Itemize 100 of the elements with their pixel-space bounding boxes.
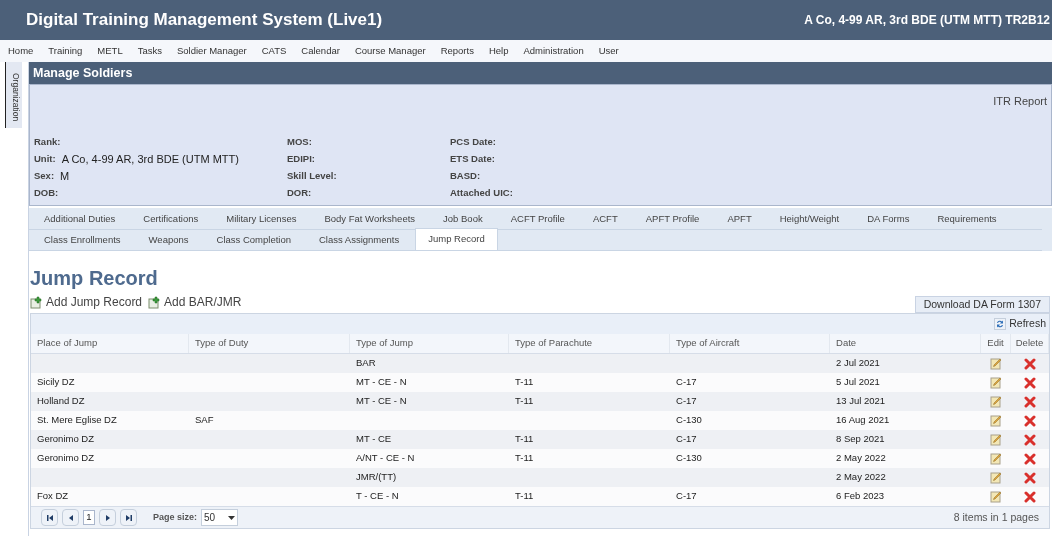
add-link[interactable]: Add BAR/JMR xyxy=(164,293,242,311)
tab[interactable]: Body Fat Worksheets xyxy=(312,209,428,229)
tab[interactable]: Class Enrollments xyxy=(32,230,133,250)
page-size-select[interactable]: 50 xyxy=(201,509,239,526)
tab[interactable]: Additional Duties xyxy=(32,209,128,229)
delete-icon[interactable] xyxy=(1024,452,1036,465)
tab[interactable]: ACFT xyxy=(580,209,630,229)
field-label: Sex: xyxy=(34,169,55,184)
refresh-button[interactable]: Refresh xyxy=(994,316,1046,332)
field-label: Rank: xyxy=(34,135,61,150)
menu-item[interactable]: Help xyxy=(488,43,509,59)
table-cell: SAF xyxy=(195,413,214,428)
section-heading: Jump Record xyxy=(30,266,159,290)
table-cell: 13 Jul 2021 xyxy=(836,394,886,409)
column-header[interactable]: Delete xyxy=(1011,334,1049,353)
column-header[interactable]: Edit xyxy=(981,334,1011,353)
menu-item[interactable]: Reports xyxy=(440,43,474,59)
tab[interactable]: Requirements xyxy=(925,209,1009,229)
delete-icon[interactable] xyxy=(1024,490,1036,503)
edit-icon[interactable] xyxy=(990,357,1002,370)
delete-icon[interactable] xyxy=(1024,376,1036,389)
unit-name: A Co, 4-99 AR, 3rd BDE (UTM MTT) TR2B12 xyxy=(804,12,1050,29)
menu-item[interactable]: Training xyxy=(48,43,83,59)
table-cell: T-11 xyxy=(515,394,534,409)
delete-icon[interactable] xyxy=(1024,357,1036,370)
tab[interactable]: Certifications xyxy=(131,209,211,229)
tab[interactable]: Weapons xyxy=(136,230,201,250)
panel-title-bar: Manage Soldiers xyxy=(29,62,1052,84)
tab[interactable]: APFT xyxy=(715,209,764,229)
arrow-icon xyxy=(45,513,54,522)
edit-icon[interactable] xyxy=(990,490,1002,503)
tab[interactable]: Jump Record xyxy=(415,228,498,250)
column-header[interactable]: Type of Jump xyxy=(350,334,509,353)
tab[interactable]: APFT Profile xyxy=(633,209,712,229)
download-button[interactable]: Download DA Form 1307 xyxy=(914,296,1050,313)
column-header[interactable]: Date xyxy=(830,334,981,353)
menu-item[interactable]: Tasks xyxy=(137,43,162,59)
menu-item[interactable]: Course Manager xyxy=(354,43,426,59)
menu-item[interactable]: METL xyxy=(97,43,123,59)
tab[interactable]: Military Licenses xyxy=(214,209,309,229)
field-label: BASD: xyxy=(450,169,481,184)
table-cell: 16 Aug 2021 xyxy=(836,413,890,428)
menu-item[interactable]: Calendar xyxy=(301,43,340,59)
column-header[interactable]: Type of Parachute xyxy=(509,334,671,353)
menu-item[interactable]: Administration xyxy=(523,43,584,59)
page-number-button[interactable]: 1 xyxy=(83,510,95,525)
table-cell: C-17 xyxy=(676,489,697,504)
first-page-button[interactable] xyxy=(41,509,58,526)
table-cell: C-130 xyxy=(676,413,702,428)
table-cell: Sicily DZ xyxy=(37,375,75,390)
table-cell: T-11 xyxy=(515,375,534,390)
delete-icon[interactable] xyxy=(1024,471,1036,484)
menu-item[interactable]: User xyxy=(598,43,619,59)
column-header[interactable]: Type of Aircraft xyxy=(670,334,831,353)
tab[interactable]: Class Completion xyxy=(204,230,303,250)
edit-icon[interactable] xyxy=(990,471,1002,484)
table-cell: Fox DZ xyxy=(37,489,69,504)
tab[interactable]: ACFT Profile xyxy=(498,209,577,229)
menu-item[interactable]: Soldier Manager xyxy=(176,43,247,59)
last-page-button[interactable] xyxy=(120,509,137,526)
next-page-button[interactable] xyxy=(99,509,116,526)
field-label: MOS: xyxy=(287,135,312,150)
menu-item[interactable]: CATS xyxy=(261,43,287,59)
table-cell: 2 Jul 2021 xyxy=(836,356,880,371)
table-cell: C-17 xyxy=(676,375,697,390)
field-label: PCS Date: xyxy=(450,135,496,150)
add-link[interactable]: Add Jump Record xyxy=(46,293,143,311)
menu-item[interactable]: Home xyxy=(8,43,34,59)
itr-report-link[interactable]: ITR Report xyxy=(993,93,1047,110)
field-value: A Co, 4-99 AR, 3rd BDE (UTM MTT) xyxy=(61,152,239,168)
delete-icon[interactable] xyxy=(1024,414,1036,427)
edit-icon[interactable] xyxy=(990,433,1002,446)
pager-summary: 8 items in 1 pages xyxy=(953,509,1039,525)
field-label: Skill Level: xyxy=(287,169,337,184)
table-cell: 2 May 2022 xyxy=(836,451,886,466)
table-cell: MT - CE - N xyxy=(356,375,407,390)
tab[interactable]: Height/Weight xyxy=(767,209,852,229)
app-title: Digital Training Management System (Live1) xyxy=(26,9,383,32)
table-cell: St. Mere Eglise DZ xyxy=(37,413,117,428)
table-cell: MT - CE - N xyxy=(356,394,407,409)
tab[interactable]: Class Assignments xyxy=(307,230,412,250)
field-label: EDIPI: xyxy=(287,152,315,167)
arrow-icon xyxy=(103,513,112,522)
edit-icon[interactable] xyxy=(990,376,1002,389)
delete-icon[interactable] xyxy=(1024,395,1036,408)
edit-icon[interactable] xyxy=(990,452,1002,465)
field-label: Attached UIC: xyxy=(450,186,513,201)
edit-icon[interactable] xyxy=(990,395,1002,408)
tab[interactable]: DA Forms xyxy=(855,209,922,229)
edit-icon[interactable] xyxy=(990,414,1002,427)
table-cell: T - CE - N xyxy=(356,489,399,504)
side-tab[interactable]: Organization xyxy=(5,62,22,128)
refresh-icon xyxy=(994,318,1007,330)
previous-page-button[interactable] xyxy=(62,509,79,526)
field-label: ETS Date: xyxy=(450,152,495,167)
delete-icon[interactable] xyxy=(1024,433,1036,446)
add-document-icon xyxy=(148,295,162,309)
column-header[interactable]: Type of Duty xyxy=(189,334,350,353)
tab[interactable]: Job Book xyxy=(431,209,495,229)
column-header[interactable]: Place of Jump xyxy=(31,334,189,353)
